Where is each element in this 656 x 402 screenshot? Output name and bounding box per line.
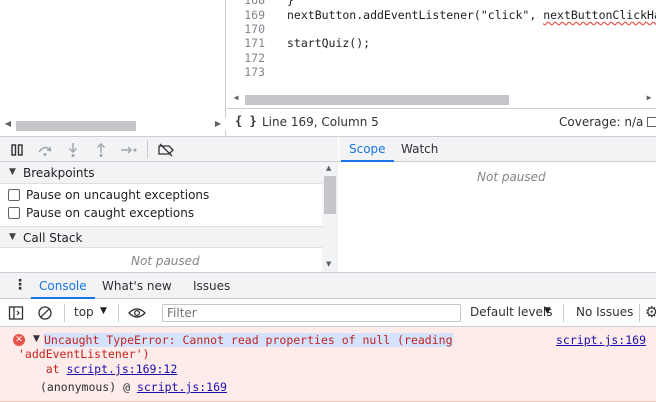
eye-icon[interactable] xyxy=(128,306,146,323)
step-icon[interactable] xyxy=(119,140,139,160)
error-message-text: Uncaught TypeError: Cannot read properti… xyxy=(44,333,453,347)
editor-status-bar: { } Line 169, Column 5 Coverage: n/a xyxy=(227,108,656,136)
anonymous-frame: (anonymous) @ script.js:169 xyxy=(40,380,227,394)
scroll-right-arrow-icon[interactable]: ▶ xyxy=(643,92,655,104)
deactivate-breakpoints-icon[interactable] xyxy=(156,140,176,160)
stack-frame-prefix: at xyxy=(18,362,67,376)
cursor-position: Line 169, Column 5 xyxy=(262,115,379,129)
step-out-icon[interactable] xyxy=(91,140,111,160)
anonymous-frame-link[interactable]: script.js:169 xyxy=(137,380,227,394)
source-link[interactable]: script.js:169 xyxy=(556,333,646,347)
scroll-thumb[interactable] xyxy=(324,176,336,214)
line-number: 170 xyxy=(244,22,265,36)
code-editor[interactable]: 168 } 169 nextButton.addEventListener("c… xyxy=(227,0,656,108)
scroll-left-arrow-icon[interactable]: ◀ xyxy=(2,118,14,130)
line-number: 172 xyxy=(244,51,265,65)
breakpoints-label: Breakpoints xyxy=(23,166,95,180)
code-text: nextButton.addEventListener("click", xyxy=(287,8,544,22)
debugger-toolbar xyxy=(0,136,338,162)
tab-console[interactable]: Console xyxy=(31,274,95,299)
console-error-message[interactable]: ✕ ▼ Uncaught TypeError: Cannot read prop… xyxy=(0,327,656,402)
step-over-icon[interactable] xyxy=(35,140,55,160)
pause-uncaught-label: Pause on uncaught exceptions xyxy=(26,188,210,202)
clear-console-icon[interactable] xyxy=(37,305,53,324)
step-into-icon[interactable] xyxy=(63,140,83,160)
scroll-right-arrow-icon[interactable]: ▶ xyxy=(212,118,224,130)
breakpoints-header[interactable]: ▼ Breakpoints xyxy=(0,162,322,184)
line-number: 171 xyxy=(244,36,265,50)
scroll-left-arrow-icon[interactable]: ◀ xyxy=(230,92,242,104)
code-error-text: nextButtonClickHand xyxy=(543,8,656,22)
pause-caught-label: Pause on caught exceptions xyxy=(26,206,195,220)
scope-pane: Scope Watch Not paused xyxy=(339,136,656,272)
stack-frame: at script.js:169:12 xyxy=(18,362,178,376)
context-selector[interactable]: top xyxy=(74,305,94,319)
call-stack-status: Not paused xyxy=(131,254,200,268)
console-toolbar: top ▼ Default levels ▼ No Issues ⚙ xyxy=(0,299,656,327)
anonymous-frame-prefix: (anonymous) @ xyxy=(40,380,137,394)
tab-scope[interactable]: Scope xyxy=(341,137,394,162)
drawer-menu-icon[interactable]: ⋮ xyxy=(13,277,27,293)
error-message-line1: Uncaught TypeError: Cannot read properti… xyxy=(44,333,453,347)
pause-uncaught-checkbox[interactable] xyxy=(8,189,20,201)
pause-caught-checkbox[interactable] xyxy=(8,207,20,219)
scroll-down-arrow-icon[interactable]: ▼ xyxy=(326,260,331,268)
code-line: startQuiz(); xyxy=(287,36,371,50)
pause-icon[interactable] xyxy=(7,140,27,160)
scroll-thumb[interactable] xyxy=(245,95,509,105)
toolbar-separator xyxy=(639,304,640,322)
tab-whats-new[interactable]: What's new xyxy=(94,274,180,299)
coverage-status: Coverage: n/a xyxy=(559,115,644,129)
call-stack-header[interactable]: ▼ Call Stack xyxy=(0,226,322,248)
toolbar-separator xyxy=(147,140,148,158)
settings-gear-icon[interactable]: ⚙ xyxy=(645,303,656,321)
line-number: 173 xyxy=(244,65,265,79)
line-number: 168 xyxy=(244,0,265,7)
navigator-pane: ◀ ▶ xyxy=(0,0,226,136)
debugger-sidebar: ▼ Breakpoints Pause on uncaught exceptio… xyxy=(0,162,338,272)
sidebar-vscrollbar[interactable]: ▲ ▼ xyxy=(322,162,338,272)
code-line: nextButton.addEventListener("click", nex… xyxy=(287,8,656,22)
pause-caught-row[interactable]: Pause on caught exceptions xyxy=(8,204,194,222)
dropdown-arrow-icon[interactable]: ▼ xyxy=(544,306,551,316)
editor-hscrollbar[interactable]: ◀ ▶ xyxy=(227,92,656,105)
error-icon: ✕ xyxy=(13,334,25,346)
dropdown-arrow-icon[interactable]: ▼ xyxy=(100,306,107,316)
expand-triangle-icon[interactable]: ▼ xyxy=(9,167,16,177)
pretty-print-icon[interactable]: { } xyxy=(235,114,257,128)
show-sidebar-icon[interactable] xyxy=(8,305,24,324)
drawer-tab-bar: ⋮ Console What's new Issues xyxy=(0,272,656,299)
stack-frame-link[interactable]: script.js:169:12 xyxy=(66,362,177,376)
scope-status: Not paused xyxy=(477,170,546,184)
error-message-line2: 'addEventListener') xyxy=(18,347,150,361)
toolbar-separator xyxy=(118,304,119,322)
scroll-thumb[interactable] xyxy=(16,121,136,131)
filter-input[interactable] xyxy=(162,304,461,322)
call-stack-label: Call Stack xyxy=(23,231,83,245)
pause-uncaught-row[interactable]: Pause on uncaught exceptions xyxy=(8,186,209,204)
expand-triangle-icon[interactable]: ▼ xyxy=(33,334,40,344)
tab-issues[interactable]: Issues xyxy=(185,274,238,299)
scope-tab-bar: Scope Watch xyxy=(339,136,656,162)
log-levels-selector[interactable]: Default levels xyxy=(470,305,552,319)
expand-triangle-icon[interactable]: ▼ xyxy=(9,232,16,242)
coverage-icon[interactable] xyxy=(647,117,656,127)
scroll-up-arrow-icon[interactable]: ▲ xyxy=(326,164,331,172)
tab-watch[interactable]: Watch xyxy=(393,137,446,162)
toolbar-separator xyxy=(64,304,65,322)
line-number: 169 xyxy=(244,8,265,22)
navigator-hscrollbar[interactable]: ◀ ▶ xyxy=(0,118,226,131)
issues-counter[interactable]: No Issues xyxy=(576,305,633,319)
code-line: } xyxy=(287,0,294,7)
toolbar-separator xyxy=(563,304,564,322)
